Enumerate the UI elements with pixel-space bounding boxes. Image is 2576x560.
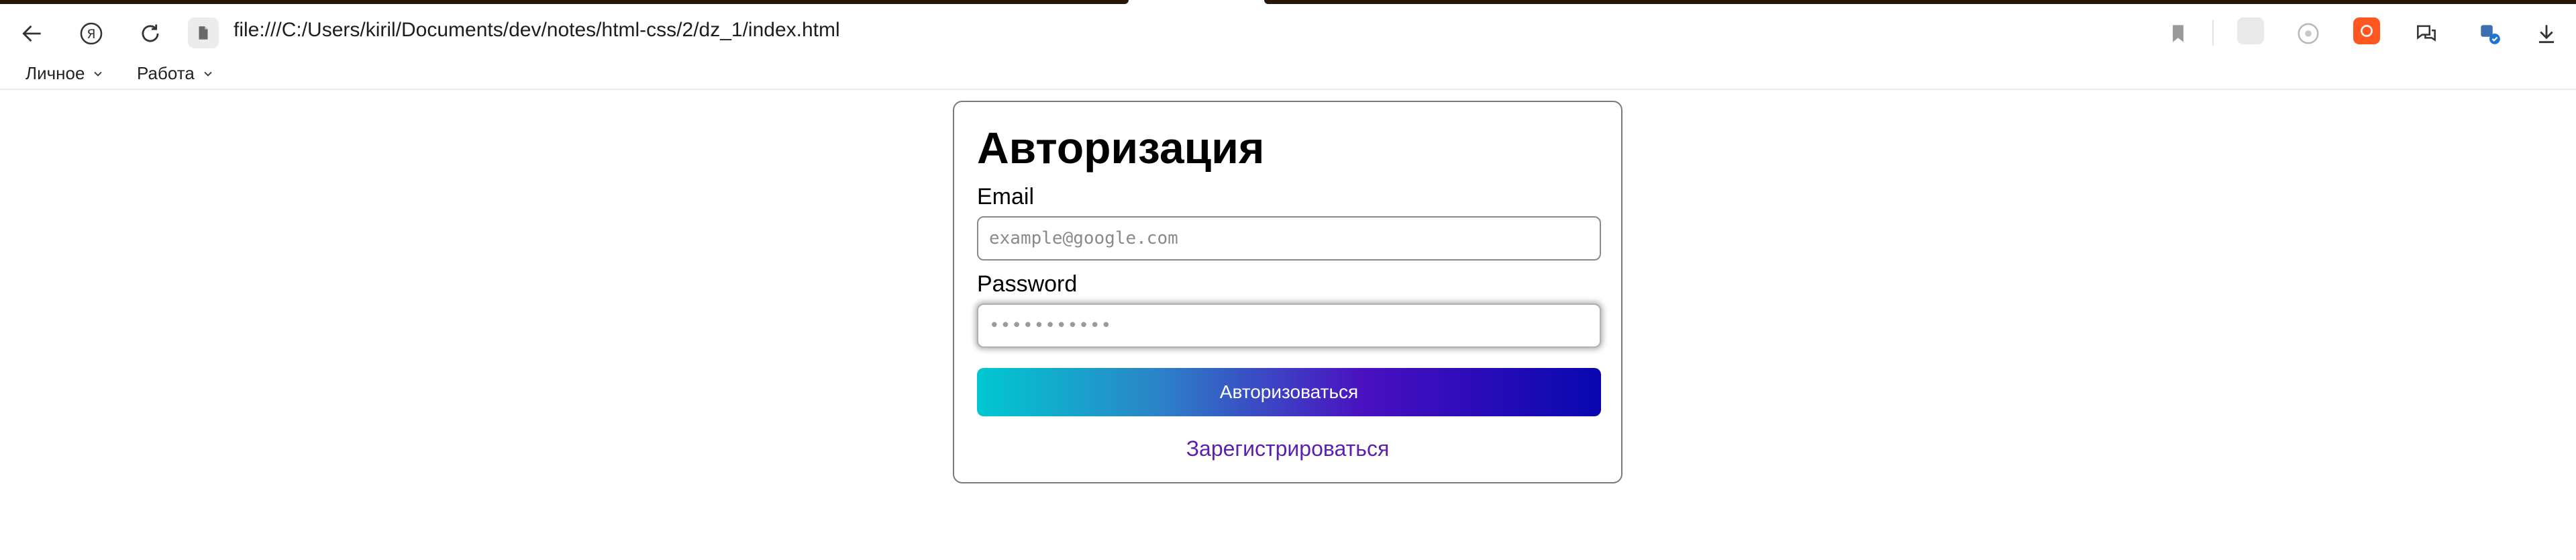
chevron-down-icon [94,71,103,77]
browser-toolbar: Я file:///C:/Users/kiril/Documents/dev/n… [0,4,2576,59]
password-label: Password [977,271,1078,297]
email-field[interactable] [977,216,1601,261]
profile-button[interactable] [2469,13,2510,54]
bookmarks-bar: Личное Работа [0,59,2576,90]
bookmark-folder-label: Личное [25,63,85,83]
arrow-left-icon [22,25,41,42]
page-title: Авторизация [977,123,1265,173]
compass-icon [2298,23,2319,44]
reload-icon [142,24,159,42]
bookmark-folder-work[interactable]: Работа [137,63,215,84]
circle-icon [2361,25,2373,37]
toolbar-divider [2212,20,2214,46]
register-link[interactable]: Зарегистрироваться [954,436,1621,461]
file-icon [199,26,208,40]
extension-2-button[interactable] [2288,13,2328,54]
login-button[interactable]: Авторизоваться [977,368,1601,416]
page-info-button[interactable] [188,17,219,48]
downloads-button[interactable] [2526,13,2567,54]
bookmark-icon [2173,25,2183,42]
download-icon [2538,25,2555,44]
email-label: Email [977,184,1035,209]
yandex-button[interactable]: Я [71,13,111,54]
chevron-down-icon [204,71,212,77]
svg-text:Я: Я [87,27,95,42]
profile-badge-icon [2481,25,2500,44]
bookmark-page-button[interactable] [2158,13,2198,54]
extension-1-icon[interactable] [2237,17,2264,44]
reload-button[interactable] [130,13,170,54]
login-form: Авторизация Email Password Авторизоватьс… [953,101,1622,483]
address-bar[interactable]: file:///C:/Users/kiril/Documents/dev/not… [234,19,840,42]
chat-icon [2417,25,2436,42]
extension-3-icon[interactable] [2353,17,2380,44]
bookmark-folder-label: Работа [137,63,195,83]
password-field[interactable] [977,304,1601,348]
chat-button[interactable] [2406,13,2446,54]
yandex-icon: Я [80,22,103,45]
back-button[interactable] [12,13,52,54]
bookmark-folder-personal[interactable]: Личное [25,63,105,84]
